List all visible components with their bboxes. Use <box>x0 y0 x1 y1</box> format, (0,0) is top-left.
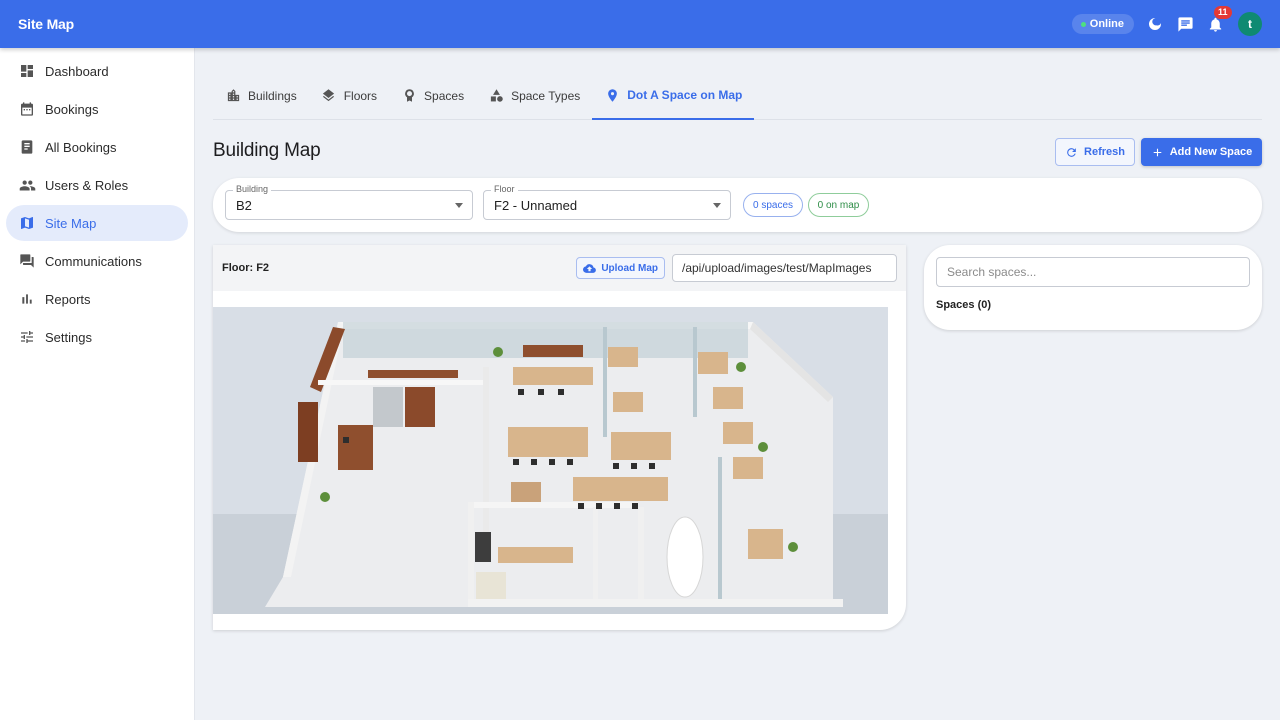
add-new-space-button[interactable]: Add New Space <box>1141 138 1262 166</box>
badge-icon <box>401 88 417 104</box>
refresh-icon <box>1067 147 1076 157</box>
app-bar: Site Map Online 11 t <box>0 0 1280 48</box>
sidebar-item-label: Reports <box>45 291 91 307</box>
building-select-value: B2 <box>236 198 252 213</box>
bar-chart-icon <box>18 290 36 308</box>
notifications-button[interactable]: 11 <box>1206 6 1232 33</box>
on-map-count-chip: 0 on map <box>808 193 869 217</box>
building-select-label: Building <box>233 184 272 194</box>
add-new-space-label: Add New Space <box>1169 146 1253 158</box>
sidebar-item-label: Communications <box>45 253 142 269</box>
sidebar-item-label: Dashboard <box>45 63 109 79</box>
spaces-count-chip: 0 spaces <box>743 193 803 217</box>
forum-icon <box>18 252 36 270</box>
search-spaces-input[interactable] <box>936 257 1250 287</box>
floor-plan-image[interactable] <box>213 307 888 614</box>
floor-select-label: Floor <box>491 184 518 194</box>
floor-label: Floor: F2 <box>222 262 270 274</box>
refresh-label: Refresh <box>1084 146 1125 158</box>
refresh-button[interactable]: Refresh <box>1055 138 1135 166</box>
chevron-down-icon <box>455 203 463 208</box>
tab-buildings[interactable]: Buildings <box>213 72 309 119</box>
building-icon <box>225 88 241 104</box>
spaces-panel: Spaces (0) <box>924 245 1262 330</box>
map-icon <box>18 214 36 232</box>
sidebar-item-settings[interactable]: Settings <box>6 319 188 355</box>
sidebar-item-bookings[interactable]: Bookings <box>6 91 188 127</box>
sidebar-item-site-map[interactable]: Site Map <box>6 205 188 241</box>
sidebar-item-label: Site Map <box>45 215 97 231</box>
tab-spaces[interactable]: Spaces <box>389 72 476 119</box>
book-icon <box>18 138 36 156</box>
sidebar-item-label: Settings <box>45 329 92 345</box>
sidebar: Dashboard Bookings All Bookings Users & … <box>0 48 195 720</box>
sidebar-item-all-bookings[interactable]: All Bookings <box>6 129 188 165</box>
sidebar-item-communications[interactable]: Communications <box>6 243 188 279</box>
online-status-chip: Online <box>1071 14 1134 34</box>
tab-label: Buildings <box>248 88 297 103</box>
people-icon <box>18 176 36 194</box>
messages-button[interactable] <box>1176 15 1194 33</box>
floor-select[interactable]: Floor F2 - Unnamed <box>483 184 731 220</box>
sidebar-item-users-roles[interactable]: Users & Roles <box>6 167 188 203</box>
notification-count-badge: 11 <box>1214 6 1232 19</box>
tab-dot-a-space-on-map[interactable]: Dot A Space on Map <box>592 72 755 120</box>
tab-label: Floors <box>343 88 378 103</box>
sidebar-item-label: All Bookings <box>45 139 117 155</box>
sidebar-item-reports[interactable]: Reports <box>6 281 188 317</box>
shapes-icon <box>488 88 504 104</box>
floor-select-value: F2 - Unnamed <box>494 198 578 213</box>
map-image-url-field[interactable] <box>672 254 897 282</box>
sidebar-item-label: Users & Roles <box>45 177 129 193</box>
tab-bar: Buildings Floors Spaces Space Types Dot … <box>213 72 1262 120</box>
tab-space-types[interactable]: Space Types <box>476 72 592 119</box>
chat-icon <box>1177 16 1193 32</box>
online-status-label: Online <box>1089 18 1124 30</box>
upload-map-button[interactable]: Upload Map <box>576 257 665 279</box>
map-card: Floor: F2 Upload Map <box>213 245 906 630</box>
upload-map-label: Upload Map <box>601 262 658 274</box>
filter-bar: Building B2 Floor F2 - Unnamed 0 spaces … <box>213 178 1262 232</box>
user-avatar[interactable]: t <box>1238 12 1262 36</box>
plus-icon <box>1153 148 1162 156</box>
tab-label: Space Types <box>511 88 581 103</box>
sidebar-item-label: Bookings <box>45 101 99 117</box>
floor-plan-drawing <box>213 307 888 614</box>
main-content: Buildings Floors Spaces Space Types Dot … <box>195 48 1280 720</box>
moon-icon <box>1149 18 1161 30</box>
pin-icon <box>604 87 620 103</box>
dashboard-icon <box>18 62 36 80</box>
chevron-down-icon <box>713 203 721 208</box>
app-title: Site Map <box>18 16 74 32</box>
map-header: Floor: F2 Upload Map <box>213 245 906 291</box>
tab-floors[interactable]: Floors <box>309 72 389 119</box>
building-select[interactable]: Building B2 <box>225 184 473 220</box>
page-title: Building Map <box>213 140 321 161</box>
spaces-count-heading: Spaces (0) <box>936 299 992 311</box>
sliders-icon <box>18 328 36 346</box>
tab-label: Spaces <box>424 88 465 103</box>
dark-mode-toggle[interactable] <box>1146 15 1164 33</box>
sidebar-item-dashboard[interactable]: Dashboard <box>6 53 188 89</box>
online-dot-icon <box>1080 21 1086 27</box>
layers-icon <box>321 88 337 104</box>
cloud-upload-icon <box>583 263 597 273</box>
tab-label: Dot A Space on Map <box>627 88 743 102</box>
calendar-icon <box>18 100 36 118</box>
